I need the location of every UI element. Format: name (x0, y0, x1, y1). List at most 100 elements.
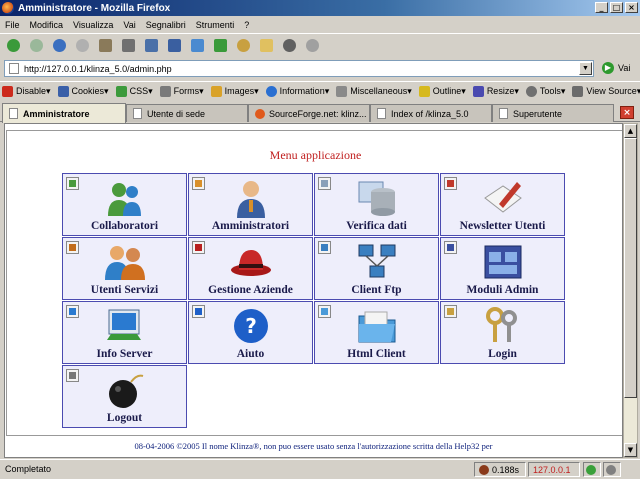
server-info-icon (107, 309, 141, 340)
tab-superutente[interactable]: Superutente (492, 104, 614, 122)
devbar-css[interactable]: CSS▾ (115, 86, 153, 97)
menu-file[interactable]: File (0, 20, 25, 30)
tab-sourceforge[interactable]: SourceForge.net: klinz... (248, 104, 370, 122)
mail-button[interactable] (256, 37, 276, 55)
menu-item-utenti-servizi[interactable]: Utenti Servizi (62, 237, 187, 300)
menu-item-logout[interactable]: Logout (62, 365, 187, 428)
new-tab-button[interactable] (164, 37, 184, 55)
window-modules-icon (484, 245, 522, 279)
ip-panel: 127.0.0.1 (528, 462, 580, 477)
menu-item-amministratori[interactable]: Amministratori (188, 173, 313, 236)
devbar-information[interactable]: Information▾ (265, 86, 329, 97)
menu-item-login[interactable]: Login (440, 301, 565, 364)
keys-icon (486, 307, 517, 342)
forward-button[interactable] (26, 37, 46, 55)
devbar-forms[interactable]: Forms▾ (159, 86, 204, 97)
check-icon (586, 464, 596, 475)
tab-bar: Amministratore Utente di sede SourceForg… (0, 102, 640, 123)
tab-label: SourceForge.net: klinz... (269, 108, 367, 119)
url-dropdown-button[interactable]: ▼ (579, 62, 592, 75)
tab-amministratore[interactable]: Amministratore (2, 103, 126, 123)
download-icon (213, 39, 227, 52)
downloads-button[interactable] (210, 37, 230, 55)
scroll-down-button[interactable]: ▼ (624, 443, 637, 457)
history-button[interactable] (233, 37, 253, 55)
devbar-resize[interactable]: Resize▾ (472, 86, 519, 97)
images-icon (210, 86, 222, 97)
small-server-icon (66, 305, 79, 318)
devbar-label: CSS▾ (129, 86, 153, 96)
menu-item-html-client[interactable]: Html Client (314, 301, 439, 364)
go-button[interactable]: ▶ Vai (602, 62, 630, 74)
devbar-outline[interactable]: Outline▾ (418, 86, 466, 97)
devbar-view-source[interactable]: View Source▾ (572, 86, 640, 97)
menu-item-label: Collaboratori (90, 220, 159, 232)
small-ftp-icon (318, 241, 331, 254)
small-keys-icon (444, 305, 457, 318)
devbar-tools[interactable]: Tools▾ (525, 86, 565, 97)
reload-button[interactable] (49, 37, 69, 55)
menu-item-gestione-aziende[interactable]: Gestione Aziende (188, 237, 313, 300)
devbar-images[interactable]: Images▾ (210, 86, 259, 97)
devbar-disable[interactable]: Disable▾ (2, 86, 51, 97)
devbar-label: Outline▾ (432, 86, 466, 96)
scroll-up-button[interactable]: ▲ (624, 124, 637, 138)
menu-strumenti[interactable]: Strumenti (191, 20, 240, 30)
vertical-scrollbar[interactable]: ▲ ▼ (623, 123, 638, 458)
menu-modifica[interactable]: Modifica (25, 20, 69, 30)
close-tab-button[interactable]: × (620, 106, 634, 119)
close-window-button[interactable]: × (625, 2, 638, 13)
url-toolbar: http://127.0.0.1/klinza_5.0/admin.php ▼ … (0, 57, 640, 81)
tab-index-of[interactable]: Index of /klinza_5.0 (370, 104, 492, 122)
new-window-button[interactable] (141, 37, 161, 55)
tab-utente-di-sede[interactable]: Utente di sede (126, 104, 248, 122)
menu-help[interactable]: ? (239, 20, 254, 30)
menu-item-moduli-admin[interactable]: Moduli Admin (440, 237, 565, 300)
bug-icon (479, 464, 489, 475)
menu-item-verifica-dati[interactable]: Verifica dati (314, 173, 439, 236)
globe-button[interactable] (279, 37, 299, 55)
stop-button[interactable] (72, 37, 92, 55)
scroll-thumb[interactable] (624, 138, 637, 398)
devbar-label: Disable▾ (16, 86, 51, 96)
resize-icon (472, 86, 484, 97)
url-input[interactable]: http://127.0.0.1/klinza_5.0/admin.php ▼ (4, 60, 594, 77)
settings-button[interactable] (302, 37, 322, 55)
sourceforge-icon (255, 108, 265, 119)
check-panel[interactable] (583, 462, 601, 477)
menu-item-collaboratori[interactable]: Collaboratori (62, 173, 187, 236)
page-icon (499, 108, 508, 119)
small-newsletter-icon (444, 177, 457, 190)
footer-continuation (5, 452, 622, 457)
maximize-button[interactable]: □ (610, 2, 623, 13)
menu-item-label: Utenti Servizi (90, 284, 159, 296)
menu-segnalibri[interactable]: Segnalibri (141, 20, 191, 30)
menu-item-label: Verifica dati (346, 220, 407, 232)
devbar-miscellaneous[interactable]: Miscellaneous▾ (336, 86, 412, 97)
help-icon: ? (234, 309, 268, 343)
home-button[interactable] (95, 37, 115, 55)
menu-visualizza[interactable]: Visualizza (68, 20, 118, 30)
tab-label: Superutente (513, 108, 563, 119)
menu-item-client-ftp[interactable]: Client Ftp (314, 237, 439, 300)
globe-icon (282, 39, 296, 52)
back-button[interactable] (3, 37, 23, 55)
bookmarks-button[interactable] (187, 37, 207, 55)
devbar-label: Resize▾ (486, 86, 519, 96)
devbar-label: View Source▾ (586, 86, 640, 96)
small-user-services-icon (66, 241, 79, 254)
devbar-cookies[interactable]: Cookies▾ (57, 86, 109, 97)
menu-bar: File Modifica Visualizza Vai Segnalibri … (0, 16, 640, 33)
content-frame: Menu applicazione Collaboratori Amminist… (6, 130, 622, 436)
s-panel[interactable] (603, 462, 621, 477)
small-modules-icon (444, 241, 457, 254)
menu-item-label: Login (488, 348, 517, 360)
menu-item-info-server[interactable]: Info Server (62, 301, 187, 364)
load-time-panel: 0.188s (474, 462, 526, 477)
menu-item-aiuto[interactable]: ? Aiuto (188, 301, 313, 364)
menu-vai[interactable]: Vai (118, 20, 140, 30)
menu-item-label: Logout (106, 412, 143, 424)
minimize-button[interactable]: _ (595, 2, 608, 13)
menu-item-newsletter-utenti[interactable]: Newsletter Utenti (440, 173, 565, 236)
print-button[interactable] (118, 37, 138, 55)
